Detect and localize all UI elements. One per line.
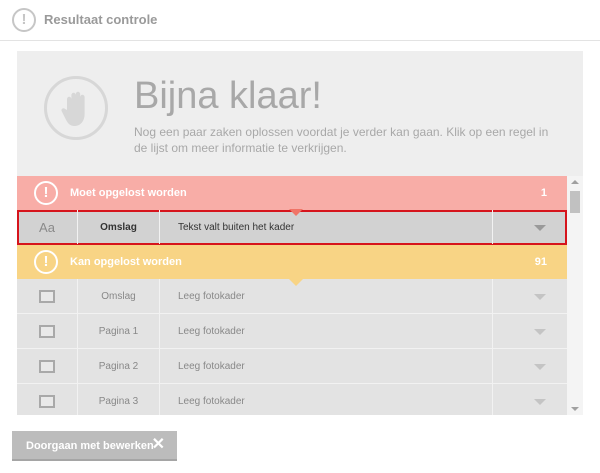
photo-frame-icon — [39, 360, 55, 373]
warning-icon: ! — [12, 8, 36, 32]
issue-row[interactable]: Pagina 1 Leeg fotokader — [17, 314, 567, 349]
scroll-thumb[interactable] — [570, 191, 580, 213]
photo-frame-icon — [39, 290, 55, 303]
expand-toggle[interactable] — [493, 314, 567, 348]
issue-row[interactable]: Aa Omslag Tekst valt buiten het kader — [17, 209, 567, 245]
section-pointer-icon — [289, 279, 303, 286]
issue-description: Leeg fotokader — [160, 314, 493, 348]
issue-row[interactable]: Pagina 3 Leeg fotokader — [17, 384, 567, 415]
warning-icon: ! — [34, 250, 58, 274]
scroll-up-icon[interactable] — [571, 180, 579, 184]
hand-stop-icon — [44, 76, 108, 140]
issue-row[interactable]: Pagina 2 Leeg fotokader — [17, 349, 567, 384]
issue-page: Pagina 1 — [78, 314, 160, 348]
expand-toggle[interactable] — [493, 210, 567, 244]
photo-frame-icon — [39, 325, 55, 338]
issue-description: Tekst valt buiten het kader — [160, 210, 493, 244]
hero-title: Bijna klaar! — [134, 75, 322, 117]
section-must-fix[interactable]: ! Moet opgelost worden 1 — [17, 176, 567, 210]
issue-page: Pagina 3 — [78, 384, 160, 415]
top-bar: ! Resultaat controle — [0, 0, 600, 41]
issue-page: Pagina 2 — [78, 349, 160, 383]
photo-frame-icon — [39, 395, 55, 408]
section-count: 1 — [540, 187, 547, 199]
issue-page: Omslag — [78, 279, 160, 313]
continue-editing-label: Doorgaan met bewerken — [26, 440, 154, 452]
warning-icon: ! — [34, 181, 58, 205]
scroll-down-icon[interactable] — [571, 407, 579, 411]
expand-toggle[interactable] — [493, 384, 567, 415]
expand-toggle[interactable] — [493, 349, 567, 383]
page-title: Resultaat controle — [44, 12, 158, 27]
hero-subtitle: Nog een paar zaken oplossen voordat je v… — [134, 125, 549, 155]
close-icon: ✕ — [151, 436, 165, 453]
section-count: 91 — [534, 256, 547, 268]
text-type-icon: Aa — [17, 210, 78, 244]
chevron-down-icon — [534, 294, 546, 300]
chevron-down-icon — [534, 364, 546, 370]
chevron-down-icon — [534, 225, 546, 231]
issue-description: Leeg fotokader — [160, 279, 493, 313]
section-label: Moet opgelost worden — [70, 187, 187, 199]
hero-section: Bijna klaar! Nog een paar zaken oplossen… — [17, 51, 583, 176]
issue-list: ! Moet opgelost worden 1 Aa Omslag Tekst… — [17, 176, 567, 415]
section-can-fix[interactable]: ! Kan opgelost worden 91 — [17, 245, 567, 286]
issue-description: Leeg fotokader — [160, 349, 493, 383]
chevron-down-icon — [534, 329, 546, 335]
expand-toggle[interactable] — [493, 279, 567, 313]
continue-editing-button[interactable]: Doorgaan met bewerken ✕ — [12, 431, 177, 461]
scrollbar[interactable] — [567, 176, 583, 415]
section-label: Kan opgelost worden — [70, 256, 182, 268]
issue-page: Omslag — [78, 210, 160, 244]
chevron-down-icon — [534, 399, 546, 405]
result-panel: Bijna klaar! Nog een paar zaken oplossen… — [17, 51, 583, 415]
issue-description: Leeg fotokader — [160, 384, 493, 415]
